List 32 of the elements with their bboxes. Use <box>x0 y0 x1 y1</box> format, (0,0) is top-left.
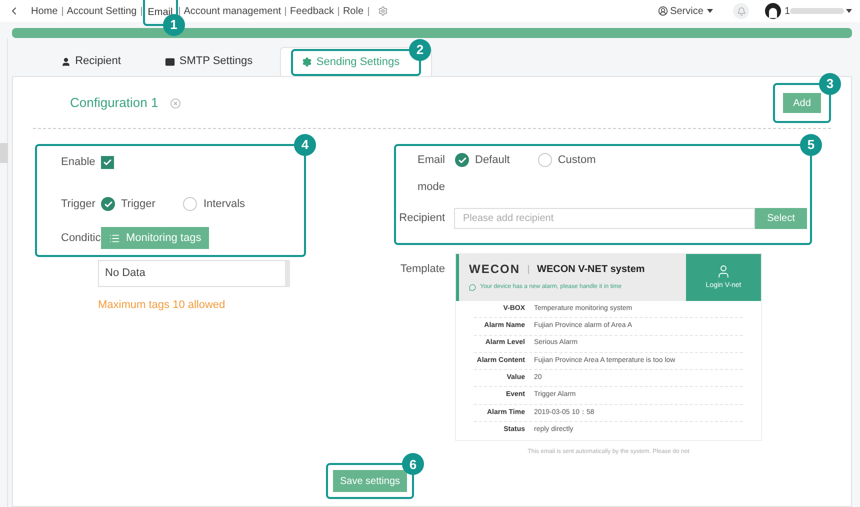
field-label: mode <box>416 180 445 195</box>
callout-number: 5 <box>800 134 822 156</box>
tab[interactable]: Recipient <box>32 50 150 73</box>
callout-number: 3 <box>819 73 841 95</box>
breadcrumb-link[interactable]: Account management <box>180 4 284 18</box>
breadcrumb-link[interactable]: Account Setting <box>64 4 140 18</box>
field-label: Trigger <box>61 196 96 212</box>
brand-logo: WECON <box>469 261 520 278</box>
field-label: Enable <box>61 154 96 170</box>
user-name[interactable]: 1 <box>784 4 790 18</box>
tags-list: No Data <box>98 260 290 287</box>
tab[interactable]: SMTP Settings <box>150 50 268 73</box>
field-label: Recipient <box>398 210 445 226</box>
service-menu[interactable]: Service <box>658 4 714 18</box>
configuration-title: Configuration 1 <box>70 94 158 112</box>
field-label: Conditic <box>61 230 101 246</box>
radio-label: Custom <box>558 152 596 168</box>
recipient-field[interactable]: Please add recipient <box>454 208 755 228</box>
callout-number: 4 <box>294 134 316 156</box>
breadcrumb-link[interactable]: Home <box>28 4 61 18</box>
field-label: Email <box>416 152 445 168</box>
limit-note: Maximum tags 10 allowed <box>98 298 226 313</box>
breadcrumb-link[interactable]: Feedback <box>287 4 337 18</box>
callout-number: 6 <box>402 453 424 476</box>
breadcrumb-link[interactable]: Role <box>340 4 367 18</box>
field-label: Template <box>399 262 445 277</box>
radio-label: Trigger <box>121 196 156 212</box>
callout-number: 2 <box>409 38 431 60</box>
radio-label: Default <box>475 152 510 168</box>
radio-label: Intervals <box>203 196 246 212</box>
callout-number: 1 <box>162 14 185 36</box>
system-name: WECON V-NET system <box>537 262 645 276</box>
